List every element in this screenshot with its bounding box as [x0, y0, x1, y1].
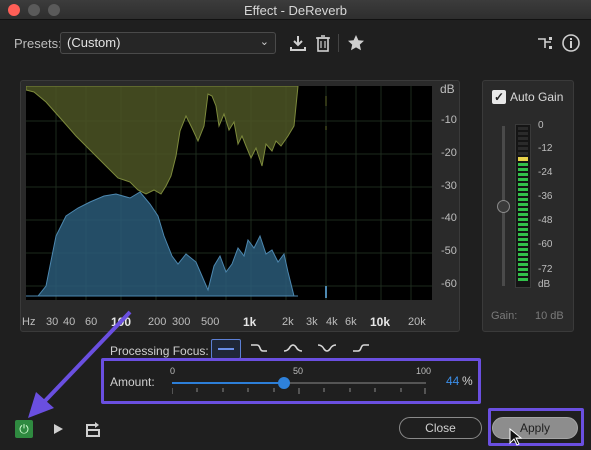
processing-focus-label: Processing Focus: [110, 344, 209, 358]
original-spectrum [25, 85, 299, 195]
presets-selected-value: (Custom) [67, 35, 121, 50]
chevron-down-icon: ⌄ [259, 36, 269, 48]
meter-tick: 0 [538, 120, 544, 131]
presets-label: Presets: [14, 36, 62, 51]
amount-label: Amount: [110, 375, 155, 389]
hz-tick: 30 [46, 316, 59, 328]
hz-tick: 20k [408, 316, 426, 328]
gain-value: 10 dB [535, 310, 564, 322]
db-tick: -50 [441, 245, 457, 257]
amount-unit: % [462, 374, 473, 388]
amount-value[interactable]: 44 [446, 374, 459, 388]
focus-notch-frequencies-button[interactable] [313, 339, 343, 359]
hz-tick: 4k [326, 316, 338, 328]
focus-low-frequencies-button[interactable] [245, 339, 275, 359]
db-tick: -20 [441, 147, 457, 159]
loop-icon[interactable] [84, 421, 102, 437]
focus-all-frequencies-button[interactable] [211, 339, 241, 359]
meter-tick: -60 [538, 239, 553, 250]
hz-tick: 2k [282, 316, 294, 328]
auto-gain-label: Auto Gain [510, 90, 564, 104]
hz-tick: 300 [172, 316, 191, 328]
info-icon[interactable] [561, 33, 581, 53]
hz-tick: 40 [63, 316, 76, 328]
hz-tick-major: 1k [243, 315, 257, 329]
toolbar-separator [338, 34, 339, 52]
db-axis-title: dB [440, 82, 455, 96]
output-level-meter [515, 124, 531, 288]
amount-scale-ticks [172, 388, 426, 394]
amount-scale-min: 0 [170, 366, 176, 376]
hz-tick: 200 [148, 316, 167, 328]
auto-gain-checkbox[interactable]: ✓ [492, 90, 506, 104]
play-icon[interactable] [50, 421, 66, 437]
amount-highlight-box [101, 358, 481, 404]
hz-tick-major: 10k [370, 315, 391, 329]
focus-high-frequencies-button[interactable] [347, 339, 377, 359]
meter-tick: -72 [538, 264, 553, 275]
apply-button[interactable]: Apply [492, 417, 578, 439]
gain-slider-thumb[interactable] [497, 200, 510, 213]
processed-spectrum [26, 191, 298, 297]
mouse-cursor-icon [509, 428, 523, 446]
hz-axis-unit: Hz [22, 316, 36, 328]
window-title: Effect - DeReverb [243, 3, 348, 18]
meter-tick: -24 [538, 167, 553, 178]
power-icon[interactable]: ⏻ [15, 420, 33, 438]
meter-unit: dB [538, 279, 551, 290]
close-button[interactable]: Close [399, 417, 482, 439]
amount-scale-mid: 50 [293, 366, 304, 376]
routing-icon[interactable] [535, 33, 555, 53]
hz-tick: 500 [201, 316, 220, 328]
presets-dropdown[interactable]: (Custom) ⌄ [60, 32, 276, 54]
db-tick: -60 [441, 278, 457, 290]
hz-tick: 60 [85, 316, 98, 328]
hz-tick: 6k [345, 316, 357, 328]
amount-slider-thumb[interactable] [277, 377, 290, 389]
spectrum-graph[interactable] [25, 85, 432, 300]
download-icon[interactable] [288, 33, 308, 53]
hz-tick: 3k [306, 316, 318, 328]
hz-tick-major: 100 [111, 315, 132, 329]
amount-slider-fill [172, 382, 284, 384]
meter-tick: -36 [538, 191, 553, 202]
trash-icon[interactable] [313, 33, 333, 53]
star-icon[interactable] [346, 33, 366, 53]
amount-scale-max: 100 [416, 366, 432, 376]
db-tick: -30 [441, 180, 457, 192]
db-tick: -40 [441, 212, 457, 224]
focus-mid-frequencies-button[interactable] [279, 339, 309, 359]
meter-tick: -12 [538, 143, 553, 154]
gain-label: Gain: [491, 310, 518, 322]
title-bar: Effect - DeReverb [0, 0, 591, 20]
meter-tick: -48 [538, 215, 553, 226]
db-tick: -10 [441, 114, 457, 126]
